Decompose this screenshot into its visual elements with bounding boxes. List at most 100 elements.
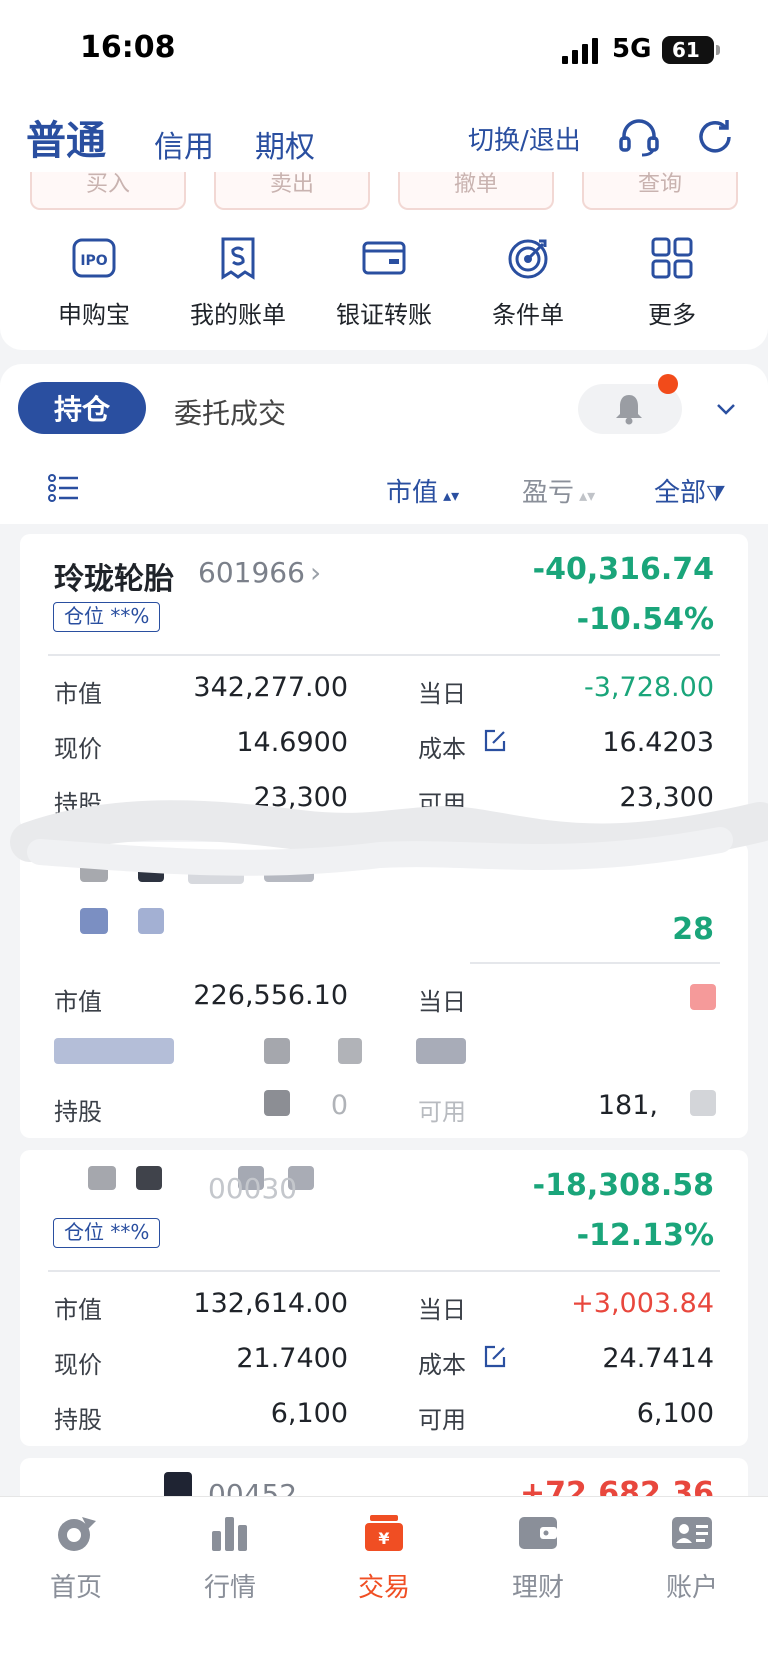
redaction-block (54, 1038, 174, 1064)
battery-icon: 61 (662, 36, 720, 64)
bell-icon (616, 395, 642, 425)
nav-label: 账户 (665, 1573, 718, 1603)
mv-label: 市值 (54, 1296, 102, 1324)
redaction-block (88, 1166, 116, 1190)
buy-button[interactable]: 买入 (30, 172, 186, 210)
position-card[interactable]: 玲珑轮胎 601966 › 仓位 **% -40,316.74 -10.54% … (20, 534, 748, 830)
sort-profit[interactable]: 盈亏 ▴▾ (522, 472, 595, 509)
mv-label: 市值 (54, 988, 102, 1016)
today-value: -3,728.00 (584, 672, 714, 703)
positions-header: 持仓 委托成交 市值 ▴▾ 盈亏 ▴▾ 全部⧩ (0, 364, 768, 524)
sort-label: 市值 (386, 478, 439, 508)
position-badge: 仓位 **% (53, 602, 161, 632)
redaction-block (416, 1038, 466, 1064)
bill-icon (221, 237, 255, 280)
mv-value: 226,556.10 (193, 980, 348, 1011)
position-badge: 仓位 **% (53, 1218, 161, 1248)
nav-label: 行情 (203, 1573, 256, 1603)
sort-label: 盈亏 (522, 478, 575, 508)
nav-label: 交易 (357, 1573, 410, 1603)
quick-label: 条件单 (492, 301, 564, 329)
status-bar: 16:08 5G 61 (0, 0, 768, 100)
scribble-overlay (10, 800, 768, 876)
cost-value: 16.4203 (602, 727, 714, 758)
cost-label: 成本 (418, 735, 466, 763)
today-value: +3,003.84 (571, 1288, 714, 1319)
profit-loss: -40,316.74 (532, 552, 714, 587)
profit-loss-pct: -12.13% (576, 1218, 714, 1253)
redaction-block (338, 1038, 362, 1064)
mv-value: 132,614.00 (193, 1288, 348, 1319)
account-icon (672, 1517, 712, 1549)
mv-value: 342,277.00 (193, 672, 348, 703)
nav-wealth[interactable]: 理财 (478, 1511, 598, 1604)
cost-label: 成本 (418, 1351, 466, 1379)
nav-market[interactable]: 行情 (170, 1511, 290, 1604)
sell-button[interactable]: 卖出 (214, 172, 370, 210)
tab-normal[interactable]: 普通 (26, 108, 106, 166)
quick-bill[interactable]: 我的账单 (166, 235, 310, 345)
shares-value: 0 (330, 1090, 348, 1121)
battery-level: 61 (672, 38, 700, 62)
tab-options[interactable]: 期权 (255, 122, 315, 166)
notification-dot (658, 374, 678, 394)
tab-holdings[interactable]: 持仓 (18, 382, 146, 434)
tab-orders[interactable]: 委托成交 (174, 392, 286, 432)
card-icon (362, 241, 406, 275)
quick-more[interactable]: 更多 (600, 235, 744, 345)
today-label: 当日 (418, 988, 466, 1016)
redaction-block (264, 1090, 290, 1116)
sort-arrows-icon: ▴▾ (574, 486, 596, 505)
quick-ipo[interactable]: IPO 申购宝 (22, 235, 166, 345)
quick-label: 我的账单 (190, 301, 286, 329)
price-value: 21.7400 (236, 1343, 348, 1374)
today-label: 当日 (418, 1296, 466, 1324)
quick-condition-order[interactable]: 条件单 (456, 235, 600, 345)
price-label: 现价 (54, 1351, 102, 1379)
today-label: 当日 (418, 680, 466, 708)
shares-label: 持股 (54, 1406, 102, 1434)
headset-icon[interactable] (618, 116, 660, 158)
quick-label: 银证转账 (336, 301, 432, 329)
divider (48, 654, 720, 656)
nav-account[interactable]: 账户 (632, 1511, 752, 1604)
filter-label: 全部 (654, 478, 707, 508)
list-view-icon[interactable] (48, 474, 80, 502)
redaction-block (690, 984, 716, 1010)
sort-market-value[interactable]: 市值 ▴▾ (386, 472, 459, 509)
quick-transfer[interactable]: 银证转账 (312, 235, 456, 345)
refresh-icon[interactable] (694, 116, 736, 158)
filter-all[interactable]: 全部⧩ (654, 472, 726, 509)
quick-label: 申购宝 (58, 301, 130, 329)
chart-icon (212, 1517, 247, 1551)
nav-label: 理财 (511, 1573, 564, 1603)
position-card[interactable]: 00030 仓位 **% -18,308.58 -12.13% 市值 132,6… (20, 1150, 748, 1446)
switch-logout-link[interactable]: 切换/退出 (468, 120, 581, 157)
mv-label: 市值 (54, 680, 102, 708)
profit-loss-pct: -10.54% (576, 602, 714, 637)
trade-actions-card: 买入 卖出 撤单 查询 IPO 申购宝 我的账单 银证转账 条件单 更多 (0, 172, 768, 350)
sort-arrows-icon: ▴▾ (438, 486, 460, 505)
grid-icon (651, 237, 693, 279)
tab-credit[interactable]: 信用 (154, 122, 214, 166)
filter-icon: ⧩ (706, 482, 726, 507)
home-icon (58, 1517, 96, 1551)
chevron-down-icon[interactable] (716, 402, 736, 416)
nav-trade[interactable]: ¥ 交易 (324, 1511, 444, 1604)
stock-code: 601966 (198, 556, 305, 589)
bottom-nav: 首页 行情 ¥ 交易 理财 账户 (0, 1496, 768, 1664)
divider (470, 962, 720, 964)
chevron-right-icon: › (310, 556, 322, 589)
query-button[interactable]: 查询 (582, 172, 738, 210)
redaction-block (690, 1090, 716, 1116)
svg-text:¥: ¥ (378, 1529, 389, 1548)
edit-cost-icon[interactable] (482, 1344, 508, 1370)
price-label: 现价 (54, 735, 102, 763)
nav-label: 首页 (49, 1573, 102, 1603)
quick-label: 更多 (648, 301, 696, 329)
cancel-order-button[interactable]: 撤单 (398, 172, 554, 210)
signal-icon (562, 38, 598, 64)
nav-home[interactable]: 首页 (16, 1511, 136, 1604)
cost-value: 24.7414 (602, 1343, 714, 1374)
edit-cost-icon[interactable] (482, 728, 508, 754)
